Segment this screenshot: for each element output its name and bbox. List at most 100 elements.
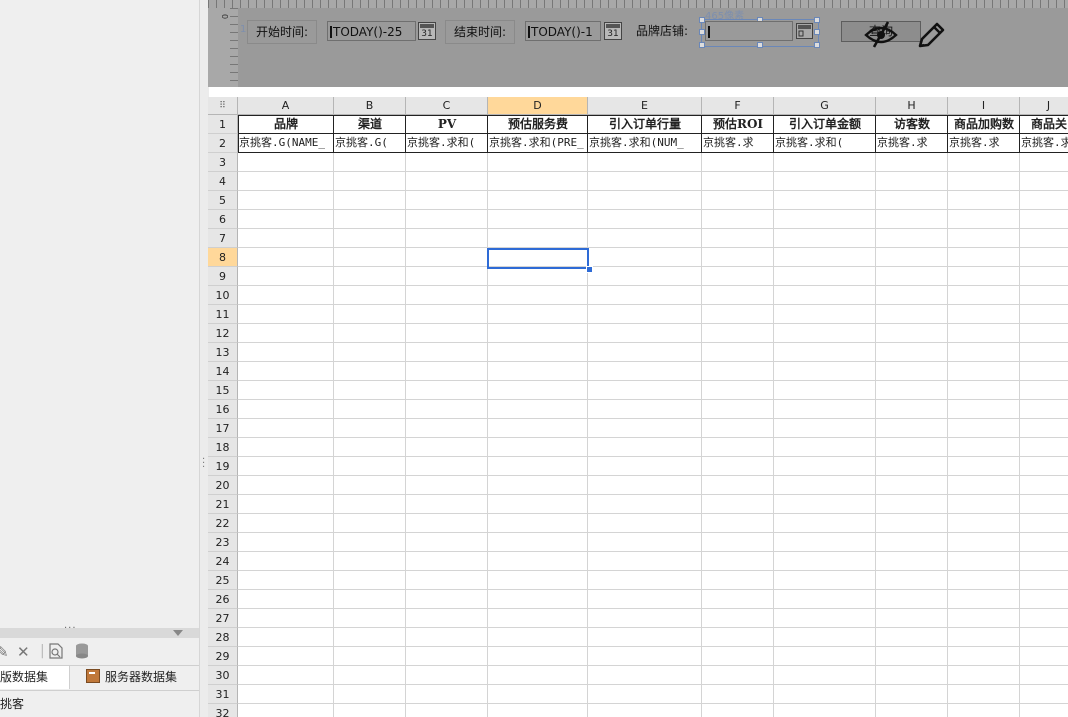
grid-cell[interactable] bbox=[702, 191, 774, 210]
grid-cell[interactable] bbox=[406, 210, 488, 229]
grid-cell[interactable] bbox=[948, 590, 1020, 609]
grid-cell[interactable] bbox=[876, 628, 948, 647]
grid-cell[interactable] bbox=[1020, 267, 1068, 286]
grid-cell[interactable] bbox=[488, 552, 588, 571]
grid-cell[interactable] bbox=[334, 647, 406, 666]
grid-cell[interactable] bbox=[948, 495, 1020, 514]
grid-cell[interactable] bbox=[588, 628, 702, 647]
grid-cell[interactable] bbox=[488, 533, 588, 552]
row-header-14[interactable]: 14 bbox=[208, 362, 238, 381]
grid-cell[interactable] bbox=[702, 704, 774, 717]
grid-cell[interactable] bbox=[774, 267, 876, 286]
grid-cell[interactable] bbox=[238, 210, 334, 229]
grid-cell[interactable] bbox=[948, 172, 1020, 191]
grid-cell[interactable] bbox=[488, 571, 588, 590]
grid-cell[interactable] bbox=[334, 381, 406, 400]
grid-cell[interactable] bbox=[488, 457, 588, 476]
header-cell[interactable]: 预估ROI bbox=[702, 115, 774, 134]
grid-cell[interactable] bbox=[488, 362, 588, 381]
edit-icon[interactable]: ✎ bbox=[0, 643, 9, 661]
grid-cell[interactable] bbox=[948, 305, 1020, 324]
grid-cell[interactable] bbox=[238, 324, 334, 343]
grid-cell[interactable] bbox=[406, 476, 488, 495]
grid-cell[interactable] bbox=[1020, 438, 1068, 457]
grid-cell[interactable] bbox=[488, 514, 588, 533]
grid-cell[interactable] bbox=[238, 267, 334, 286]
grid-cell[interactable] bbox=[238, 495, 334, 514]
grid-cell[interactable] bbox=[238, 305, 334, 324]
grid-cell[interactable] bbox=[948, 324, 1020, 343]
grid-cell[interactable] bbox=[948, 438, 1020, 457]
row-header-29[interactable]: 29 bbox=[208, 647, 238, 666]
grid-cell[interactable] bbox=[588, 438, 702, 457]
grid-cell[interactable] bbox=[774, 628, 876, 647]
grid-cell[interactable] bbox=[702, 552, 774, 571]
grid-cell[interactable] bbox=[702, 286, 774, 305]
grid-cell[interactable] bbox=[406, 533, 488, 552]
grid-cell[interactable] bbox=[1020, 172, 1068, 191]
grid-cell[interactable] bbox=[948, 248, 1020, 267]
grid-cell[interactable] bbox=[238, 571, 334, 590]
header-cell[interactable]: 渠道 bbox=[334, 115, 406, 134]
grid-cell[interactable] bbox=[334, 571, 406, 590]
grid-cell[interactable] bbox=[1020, 533, 1068, 552]
row-header-27[interactable]: 27 bbox=[208, 609, 238, 628]
grid-cell[interactable] bbox=[488, 704, 588, 717]
grid-cell[interactable] bbox=[588, 419, 702, 438]
row-header-21[interactable]: 21 bbox=[208, 495, 238, 514]
grid-cell[interactable] bbox=[774, 647, 876, 666]
grid-cell[interactable] bbox=[406, 172, 488, 191]
grid-cell[interactable] bbox=[588, 590, 702, 609]
row-header-6[interactable]: 6 bbox=[208, 210, 238, 229]
grid-cell[interactable] bbox=[334, 495, 406, 514]
column-header-h[interactable]: H bbox=[876, 97, 948, 115]
grid-cell[interactable] bbox=[238, 476, 334, 495]
grid-cell[interactable] bbox=[488, 305, 588, 324]
data-field-cell[interactable]: 京挑客.求和( bbox=[774, 134, 876, 153]
grid-cell[interactable] bbox=[876, 685, 948, 704]
grid-cell[interactable] bbox=[588, 704, 702, 717]
row-header-11[interactable]: 11 bbox=[208, 305, 238, 324]
grid-cell[interactable] bbox=[774, 609, 876, 628]
data-field-cell[interactable]: 京挑客.G( bbox=[334, 134, 406, 153]
grid-cell[interactable] bbox=[488, 153, 588, 172]
grid-cell[interactable] bbox=[406, 419, 488, 438]
grid-cell[interactable] bbox=[334, 609, 406, 628]
grid-cell[interactable] bbox=[948, 514, 1020, 533]
grid-cell[interactable] bbox=[774, 685, 876, 704]
grid-cell[interactable] bbox=[488, 476, 588, 495]
grid-cell[interactable] bbox=[774, 362, 876, 381]
grid-cell[interactable] bbox=[334, 210, 406, 229]
grid-cell[interactable] bbox=[702, 495, 774, 514]
grid-cell[interactable] bbox=[406, 571, 488, 590]
grid-cell[interactable] bbox=[334, 419, 406, 438]
grid-cell[interactable] bbox=[406, 666, 488, 685]
grid-cell[interactable] bbox=[406, 514, 488, 533]
data-field-cell[interactable]: 京挑客.求 bbox=[1020, 134, 1068, 153]
grid-cell[interactable] bbox=[406, 286, 488, 305]
grid-cell[interactable] bbox=[406, 552, 488, 571]
tree-item[interactable]: 挑客 bbox=[0, 695, 24, 712]
grid-cell[interactable] bbox=[702, 248, 774, 267]
eye-hidden-icon[interactable] bbox=[864, 20, 898, 51]
grid-cell[interactable] bbox=[334, 153, 406, 172]
brand-store-input[interactable] bbox=[705, 21, 793, 41]
grid-cell[interactable] bbox=[1020, 609, 1068, 628]
grid-cell[interactable] bbox=[774, 533, 876, 552]
grid-cell[interactable] bbox=[588, 362, 702, 381]
row-header-25[interactable]: 25 bbox=[208, 571, 238, 590]
grid-cell[interactable] bbox=[406, 343, 488, 362]
grid-cell[interactable] bbox=[702, 438, 774, 457]
grid-cell[interactable] bbox=[238, 381, 334, 400]
grid-cell[interactable] bbox=[588, 666, 702, 685]
grid-cell[interactable] bbox=[406, 229, 488, 248]
row-header-3[interactable]: 3 bbox=[208, 153, 238, 172]
grid-cell[interactable] bbox=[238, 666, 334, 685]
grid-cell[interactable] bbox=[948, 286, 1020, 305]
grid-cell[interactable] bbox=[488, 191, 588, 210]
grid-cell[interactable] bbox=[238, 590, 334, 609]
grid-cell[interactable] bbox=[948, 685, 1020, 704]
row-header-31[interactable]: 31 bbox=[208, 685, 238, 704]
grid-cell[interactable] bbox=[702, 343, 774, 362]
grid-cell[interactable] bbox=[948, 419, 1020, 438]
